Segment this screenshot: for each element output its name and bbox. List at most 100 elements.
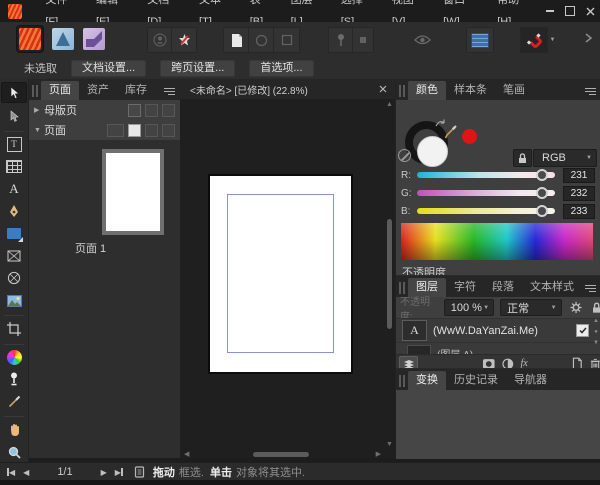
layer-visibility-checkbox[interactable] bbox=[576, 324, 589, 337]
tab-stroke[interactable]: 笔画 bbox=[495, 81, 533, 100]
tab-history[interactable]: 历史记录 bbox=[446, 371, 506, 390]
panel-menu-icon[interactable] bbox=[584, 285, 596, 292]
table-tool[interactable] bbox=[2, 157, 26, 176]
snapping-button[interactable] bbox=[520, 27, 548, 53]
toolbar-table-button[interactable] bbox=[466, 27, 494, 53]
blue-slider-knob[interactable] bbox=[536, 205, 548, 217]
gear-icon[interactable] bbox=[570, 301, 582, 314]
toolbar-edit-badge-button[interactable] bbox=[171, 27, 197, 53]
document-page[interactable] bbox=[210, 176, 351, 372]
layer-row-partial[interactable]: (图层 A) bbox=[396, 342, 600, 354]
transparency-tool[interactable] bbox=[2, 347, 26, 366]
color-lock-button[interactable] bbox=[513, 149, 532, 167]
toolbar-square-button[interactable] bbox=[273, 27, 300, 53]
previous-page-button[interactable]: ◀ bbox=[23, 468, 29, 477]
vertical-scrollbar[interactable]: ▲ ▼ bbox=[385, 99, 394, 450]
document-setup-button[interactable]: 文档设置... bbox=[71, 60, 146, 77]
horizontal-scrollbar[interactable]: ◀ ▶ bbox=[180, 450, 395, 458]
lock-icon[interactable] bbox=[592, 302, 600, 314]
tab-paragraph[interactable]: 段落 bbox=[484, 278, 522, 297]
green-slider[interactable] bbox=[417, 190, 555, 196]
layer-name[interactable]: (WwW.DaYanZai.Me) bbox=[433, 325, 538, 337]
color-eyedropper-icon[interactable] bbox=[444, 124, 458, 140]
tab-swatches[interactable]: 样本条 bbox=[446, 81, 495, 100]
designer-persona-button[interactable] bbox=[50, 26, 76, 52]
master-pages-row[interactable]: ▶ 母版页 bbox=[29, 100, 180, 120]
pen-tool[interactable] bbox=[2, 202, 26, 221]
pages-section-row[interactable]: ▼ 页面 bbox=[29, 120, 180, 140]
panel-grip-icon[interactable] bbox=[32, 85, 39, 97]
tab-navigator[interactable]: 导航器 bbox=[506, 371, 555, 390]
picture-frame-rectangle-tool[interactable] bbox=[2, 246, 26, 265]
publisher-persona-button[interactable] bbox=[17, 26, 43, 52]
green-value[interactable]: 232 bbox=[563, 186, 595, 201]
fill-color-well[interactable] bbox=[417, 136, 448, 167]
tab-color[interactable]: 颜色 bbox=[408, 81, 446, 100]
scroll-down-icon[interactable]: ▼ bbox=[593, 340, 599, 346]
duplicate-master-icon[interactable] bbox=[145, 104, 158, 117]
toolbar-pin-button[interactable] bbox=[328, 27, 354, 53]
minimize-button[interactable] bbox=[540, 0, 560, 22]
color-mode-dropdown[interactable]: RGB ▼ bbox=[533, 149, 597, 167]
scroll-down-icon[interactable]: ▼ bbox=[386, 441, 393, 448]
spread-setup-button[interactable]: 跨页设置... bbox=[160, 60, 235, 77]
toolbar-circle-button[interactable] bbox=[248, 27, 275, 53]
layers-scrollbar[interactable]: ▲ ● ▼ bbox=[592, 318, 600, 358]
rectangle-tool[interactable] bbox=[2, 224, 26, 243]
vertical-scroll-thumb[interactable] bbox=[387, 219, 392, 329]
toolbar-person-button[interactable] bbox=[147, 27, 173, 53]
place-image-tool[interactable] bbox=[2, 291, 26, 310]
node-tool[interactable] bbox=[2, 106, 26, 125]
green-slider-knob[interactable] bbox=[536, 187, 548, 199]
add-master-icon[interactable] bbox=[128, 104, 141, 117]
frame-text-tool[interactable]: T bbox=[2, 135, 26, 154]
blend-mode-dropdown[interactable]: 正常 ▼ bbox=[500, 299, 562, 316]
red-slider[interactable] bbox=[417, 172, 555, 178]
horizontal-scroll-thumb[interactable] bbox=[253, 452, 309, 457]
snapping-dropdown[interactable]: ▼ bbox=[546, 27, 559, 53]
first-page-button[interactable]: ◀ bbox=[7, 468, 15, 477]
tab-transform[interactable]: 变换 bbox=[408, 371, 446, 390]
layer-opacity-dropdown[interactable]: 100 % ▼ bbox=[444, 299, 494, 316]
next-page-button[interactable]: ▶ bbox=[101, 468, 107, 477]
layer-row[interactable]: A (WwW.DaYanZai.Me) bbox=[396, 318, 600, 342]
color-picker-tool[interactable] bbox=[2, 392, 26, 411]
move-tool[interactable] bbox=[1, 82, 27, 103]
tab-assets[interactable]: 资产 bbox=[79, 81, 117, 100]
tab-text-styles[interactable]: 文本样式 bbox=[522, 278, 582, 297]
tab-stock[interactable]: 库存 bbox=[117, 81, 155, 100]
duplicate-page-icon[interactable] bbox=[145, 124, 158, 137]
red-value[interactable]: 231 bbox=[563, 168, 595, 183]
toolbar-preview-button[interactable] bbox=[408, 27, 436, 53]
page-thumbnail[interactable] bbox=[102, 149, 164, 235]
preferences-button[interactable]: 首选项... bbox=[249, 60, 313, 77]
maximize-button[interactable] bbox=[560, 0, 580, 22]
tab-pages[interactable]: 页面 bbox=[41, 81, 79, 100]
red-slider-knob[interactable] bbox=[536, 169, 548, 181]
panel-menu-icon[interactable] bbox=[163, 88, 175, 95]
tab-character[interactable]: 字符 bbox=[446, 278, 484, 297]
delete-master-icon[interactable] bbox=[162, 104, 175, 117]
scroll-up-icon[interactable]: ▲ bbox=[386, 101, 393, 108]
toolbar-pin-small-button[interactable] bbox=[352, 27, 374, 53]
scroll-left-icon[interactable]: ◀ bbox=[184, 451, 189, 458]
zoom-tool[interactable] bbox=[2, 443, 26, 462]
document-close-button[interactable] bbox=[379, 85, 387, 93]
panel-menu-icon[interactable] bbox=[584, 88, 596, 95]
picture-frame-ellipse-tool[interactable] bbox=[2, 269, 26, 288]
blue-value[interactable]: 233 bbox=[563, 204, 595, 219]
last-page-button[interactable]: ▶ bbox=[115, 468, 123, 477]
toolbar-new-page-button[interactable] bbox=[223, 27, 250, 53]
delete-page-icon[interactable] bbox=[162, 124, 175, 137]
panel-grip-icon[interactable] bbox=[399, 85, 406, 97]
panel-grip-icon[interactable] bbox=[399, 375, 406, 387]
photo-persona-button[interactable] bbox=[81, 26, 107, 52]
add-page-icon[interactable] bbox=[128, 124, 141, 137]
expand-icon[interactable]: ▼ bbox=[34, 127, 44, 134]
color-spectrum[interactable] bbox=[401, 223, 593, 260]
fill-tool[interactable] bbox=[2, 370, 26, 389]
toolbar-overflow-button[interactable] bbox=[584, 32, 594, 44]
document-tab[interactable]: <未命名> [已修改] (22.8%) bbox=[190, 82, 308, 97]
scroll-right-icon[interactable]: ▶ bbox=[376, 451, 381, 458]
blue-slider[interactable] bbox=[417, 208, 555, 214]
